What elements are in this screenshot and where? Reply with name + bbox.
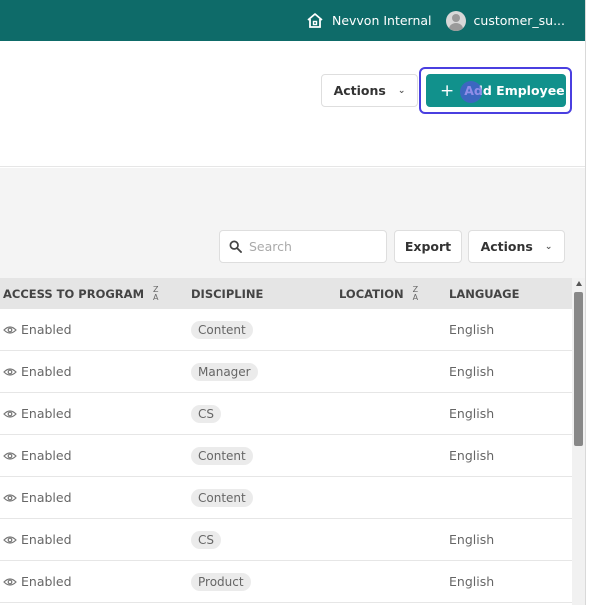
column-header-discipline: DISCIPLINE — [191, 278, 263, 309]
access-cell: Enabled — [3, 393, 72, 434]
discipline-cell: Manager — [191, 351, 258, 392]
cursor-indicator — [460, 81, 482, 103]
access-status: Enabled — [21, 322, 72, 337]
table-row[interactable]: Enabled Content English — [0, 435, 572, 477]
access-cell: Enabled — [3, 561, 72, 602]
scroll-up-arrow-icon[interactable] — [576, 281, 582, 286]
language-value: English — [449, 322, 495, 337]
table-header-row: ACCESS TO PROGRAM ZA DISCIPLINE LOCATION… — [0, 278, 572, 309]
sort-icon[interactable]: ZA — [413, 285, 418, 302]
home-icon — [307, 13, 323, 28]
add-employee-button[interactable]: + Add Employee — [426, 74, 566, 107]
eye-icon — [3, 493, 21, 503]
language-cell: English — [449, 561, 494, 602]
column-header-access[interactable]: ACCESS TO PROGRAM ZA — [3, 278, 159, 309]
language-cell: English — [449, 351, 494, 392]
discipline-tag: Content — [191, 320, 253, 339]
eye-icon — [3, 409, 21, 419]
language-value: English — [449, 448, 495, 463]
table-row[interactable]: Enabled Manager English — [0, 351, 572, 393]
discipline-tag: Manager — [191, 362, 258, 381]
discipline-tag: CS — [191, 530, 221, 549]
column-header-language: LANGUAGE — [449, 278, 519, 309]
access-status: Enabled — [21, 532, 72, 547]
column-header-language-label: LANGUAGE — [449, 286, 520, 301]
eye-icon — [3, 451, 21, 461]
discipline-cell: Content — [191, 435, 253, 476]
export-button[interactable]: Export — [394, 230, 462, 263]
access-cell: Enabled — [3, 519, 72, 560]
page-border — [585, 0, 586, 605]
language-cell: English — [449, 393, 494, 434]
discipline-cell: Content — [191, 477, 253, 518]
table-row[interactable]: Enabled Product English — [0, 561, 572, 603]
discipline-cell: CS — [191, 519, 221, 560]
plus-icon: + — [440, 80, 455, 101]
chevron-down-icon: ⌄ — [544, 241, 553, 252]
table-body: Enabled Content English Enabled Manager Engli… — [0, 309, 572, 603]
access-cell: Enabled — [3, 435, 72, 476]
column-header-location[interactable]: LOCATION ZA — [339, 278, 418, 309]
top-navigation-bar: Nevvon Internal customer_su... — [0, 0, 585, 41]
discipline-cell: Content — [191, 309, 253, 350]
access-status: Enabled — [21, 406, 72, 421]
access-status: Enabled — [21, 490, 72, 505]
scrollbar-thumb[interactable] — [574, 292, 583, 446]
access-cell: Enabled — [3, 309, 72, 350]
discipline-cell: Product — [191, 561, 251, 602]
column-header-location-label: LOCATION — [339, 286, 404, 301]
access-cell: Enabled — [3, 351, 72, 392]
actions-label: Actions — [333, 83, 386, 98]
search-icon — [229, 240, 242, 253]
user-menu[interactable]: customer_su... — [445, 10, 565, 31]
eye-icon — [3, 325, 21, 335]
actions-dropdown-button[interactable]: Actions ⌄ — [321, 74, 418, 107]
language-value: English — [449, 406, 495, 421]
eye-icon — [3, 535, 21, 545]
discipline-cell: CS — [191, 393, 221, 434]
language-cell: English — [449, 435, 494, 476]
export-label: Export — [404, 239, 452, 254]
discipline-tag: Content — [191, 446, 253, 465]
language-cell: English — [449, 309, 494, 350]
language-value: English — [449, 574, 495, 589]
access-status: Enabled — [21, 448, 72, 463]
employees-table: ACCESS TO PROGRAM ZA DISCIPLINE LOCATION… — [0, 278, 572, 603]
language-value: English — [449, 532, 495, 547]
table-row[interactable]: Enabled Content English — [0, 309, 572, 351]
table-row[interactable]: Enabled CS English — [0, 393, 572, 435]
chevron-down-icon: ⌄ — [397, 85, 406, 96]
discipline-tag: Content — [191, 488, 253, 507]
sort-icon[interactable]: ZA — [153, 285, 158, 302]
search-placeholder: Search — [249, 239, 292, 254]
organization-switcher[interactable]: Nevvon Internal — [306, 12, 432, 29]
eye-icon — [3, 577, 21, 587]
language-cell: English — [449, 519, 494, 560]
table-row[interactable]: Enabled CS English — [0, 519, 572, 561]
access-status: Enabled — [21, 574, 72, 589]
discipline-tag: Product — [191, 572, 251, 591]
column-header-access-label: ACCESS TO PROGRAM — [3, 286, 145, 301]
discipline-tag: CS — [191, 404, 221, 423]
table-actions-label: Actions — [480, 239, 533, 254]
search-input[interactable]: Search — [219, 230, 387, 263]
user-name: customer_su... — [473, 13, 565, 28]
avatar — [445, 10, 466, 31]
table-actions-dropdown-button[interactable]: Actions ⌄ — [468, 230, 565, 263]
eye-icon — [3, 367, 21, 377]
access-status: Enabled — [21, 364, 72, 379]
organization-name: Nevvon Internal — [331, 13, 432, 28]
language-value: English — [449, 364, 495, 379]
table-row[interactable]: Enabled Content — [0, 477, 572, 519]
access-cell: Enabled — [3, 477, 72, 518]
column-header-discipline-label: DISCIPLINE — [191, 286, 264, 301]
